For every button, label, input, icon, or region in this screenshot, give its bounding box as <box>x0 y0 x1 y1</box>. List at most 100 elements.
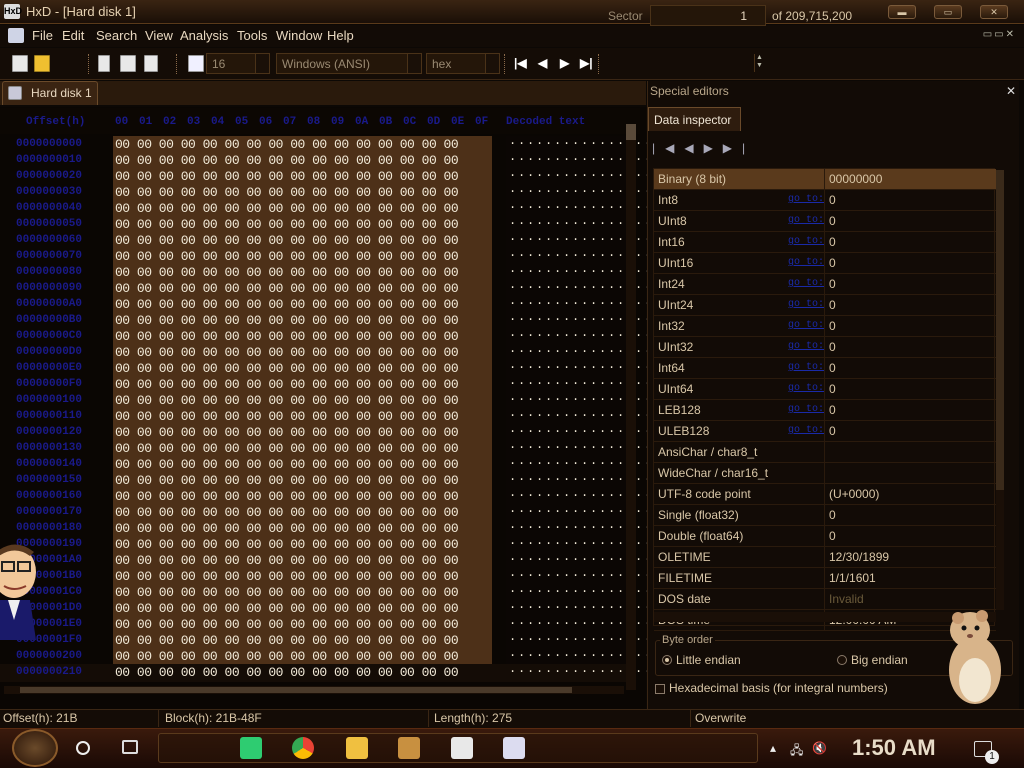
bytes-per-row-combo[interactable]: 16 <box>206 53 270 74</box>
prev-sector-icon[interactable]: ◀ <box>538 56 547 70</box>
inspector-value[interactable]: 0 <box>829 424 836 438</box>
tab-data-inspector[interactable]: Data inspector <box>648 107 741 131</box>
minimize-button[interactable]: ▬ <box>888 5 916 19</box>
chrome-icon[interactable] <box>292 737 314 759</box>
row-bytes[interactable]: 00 00 00 00 00 00 00 00 00 00 00 00 00 0… <box>115 505 459 520</box>
maximize-button[interactable]: ▭ <box>934 5 962 19</box>
row-bytes[interactable]: 00 00 00 00 00 00 00 00 00 00 00 00 00 0… <box>115 217 459 232</box>
row-bytes[interactable]: 00 00 00 00 00 00 00 00 00 00 00 00 00 0… <box>115 441 459 456</box>
row-bytes[interactable]: 00 00 00 00 00 00 00 00 00 00 00 00 00 0… <box>115 377 459 392</box>
inspector-row[interactable]: OLETIME 12/30/1899 <box>654 547 996 568</box>
document-app-icon[interactable] <box>503 737 525 759</box>
row-bytes[interactable]: 00 00 00 00 00 00 00 00 00 00 00 00 00 0… <box>115 457 459 472</box>
inspector-row[interactable]: UInt64 go to: 0 <box>654 379 996 400</box>
task-view-icon[interactable] <box>122 740 138 754</box>
inspector-row[interactable]: Double (float64) 0 <box>654 526 996 547</box>
row-bytes[interactable]: 00 00 00 00 00 00 00 00 00 00 00 00 00 0… <box>115 601 459 616</box>
menu-window[interactable]: Window <box>276 28 322 43</box>
first-sector-icon[interactable]: |◀ <box>514 56 527 70</box>
volume-muted-icon[interactable]: 🔇 <box>812 741 827 755</box>
inspector-nav-buttons[interactable]: |◀◀▶▶| <box>652 141 755 155</box>
goto-link[interactable]: go to: <box>788 383 824 394</box>
goto-link[interactable]: go to: <box>788 236 824 247</box>
row-bytes[interactable]: 00 00 00 00 00 00 00 00 00 00 00 00 00 0… <box>115 633 459 648</box>
inspector-row[interactable]: WideChar / char16_t <box>654 463 996 484</box>
inspector-row[interactable]: UInt32 go to: 0 <box>654 337 996 358</box>
row-bytes[interactable]: 00 00 00 00 00 00 00 00 00 00 00 00 00 0… <box>115 345 459 360</box>
inspector-value[interactable]: 0 <box>829 529 836 543</box>
charset-combo[interactable]: Windows (ANSI) <box>276 53 422 74</box>
inspector-row[interactable]: AnsiChar / char8_t <box>654 442 996 463</box>
inspector-value[interactable]: 0 <box>829 319 836 333</box>
inspector-row[interactable]: UInt24 go to: 0 <box>654 295 996 316</box>
chevron-down-icon[interactable] <box>407 54 421 73</box>
new-file-icon[interactable] <box>12 55 28 72</box>
menu-analysis[interactable]: Analysis <box>180 28 228 43</box>
menu-search[interactable]: Search <box>96 28 137 43</box>
row-bytes[interactable]: 00 00 00 00 00 00 00 00 00 00 00 00 00 0… <box>115 233 459 248</box>
row-bytes[interactable]: 00 00 00 00 00 00 00 00 00 00 00 00 00 0… <box>115 185 459 200</box>
chevron-up-icon[interactable]: ▴ <box>770 741 776 755</box>
sector-spinner[interactable]: ▲ ▼ <box>754 54 764 72</box>
save-icon[interactable] <box>144 55 158 72</box>
goto-link[interactable]: go to: <box>788 278 824 289</box>
inspector-value[interactable]: 0 <box>829 277 836 291</box>
inspector-value[interactable]: 0 <box>829 193 836 207</box>
inspector-value[interactable]: 12/30/1899 <box>829 550 889 564</box>
goto-link[interactable]: go to: <box>788 341 824 352</box>
row-bytes[interactable]: 00 00 00 00 00 00 00 00 00 00 00 00 00 0… <box>115 617 459 632</box>
row-bytes[interactable]: 00 00 00 00 00 00 00 00 00 00 00 00 00 0… <box>115 249 459 264</box>
file-explorer-icon[interactable] <box>346 737 368 759</box>
goto-link[interactable]: go to: <box>788 425 824 436</box>
inspector-row[interactable]: Int32 go to: 0 <box>654 316 996 337</box>
row-bytes[interactable]: 00 00 00 00 00 00 00 00 00 00 00 00 00 0… <box>115 201 459 216</box>
big-endian-radio[interactable] <box>837 655 847 665</box>
inspector-row[interactable]: Int8 go to: 0 <box>654 190 996 211</box>
inspector-row[interactable]: UTF-8 code point (U+0000) <box>654 484 996 505</box>
chevron-down-icon[interactable] <box>255 54 269 73</box>
last-sector-icon[interactable]: ▶| <box>580 56 593 70</box>
inspector-row[interactable]: UInt16 go to: 0 <box>654 253 996 274</box>
row-bytes[interactable]: 00 00 00 00 00 00 00 00 00 00 00 00 00 0… <box>115 281 459 296</box>
inspector-value[interactable]: 0 <box>829 298 836 312</box>
row-bytes[interactable]: 00 00 00 00 00 00 00 00 00 00 00 00 00 0… <box>115 649 459 664</box>
inspector-value[interactable]: 1/1/1601 <box>829 571 876 585</box>
document-icon[interactable] <box>8 28 24 43</box>
row-bytes[interactable]: 00 00 00 00 00 00 00 00 00 00 00 00 00 0… <box>115 409 459 424</box>
inspector-row[interactable]: Int16 go to: 0 <box>654 232 996 253</box>
row-bytes[interactable]: 00 00 00 00 00 00 00 00 00 00 00 00 00 0… <box>115 473 459 488</box>
goto-link[interactable]: go to: <box>788 299 824 310</box>
menu-tools[interactable]: Tools <box>237 28 267 43</box>
hxd-taskbar-icon[interactable] <box>451 737 473 759</box>
inspector-row[interactable]: Single (float32) 0 <box>654 505 996 526</box>
inspector-scroll-thumb[interactable] <box>996 170 1004 490</box>
inspector-row[interactable]: Binary (8 bit) 00000000 <box>654 169 996 190</box>
menu-edit[interactable]: Edit <box>62 28 84 43</box>
row-bytes[interactable]: 00 00 00 00 00 00 00 00 00 00 00 00 00 0… <box>115 665 459 680</box>
row-bytes[interactable]: 00 00 00 00 00 00 00 00 00 00 00 00 00 0… <box>115 489 459 504</box>
taskbar-clock[interactable]: 1:50 AM <box>852 735 936 761</box>
open-disk-icon[interactable] <box>98 55 110 72</box>
chevron-down-icon[interactable] <box>485 54 499 73</box>
inspector-value[interactable]: 0 <box>829 340 836 354</box>
hex-vertical-scrollbar[interactable] <box>626 124 636 690</box>
inspector-value[interactable]: 0 <box>829 214 836 228</box>
goto-link[interactable]: go to: <box>788 194 824 205</box>
inspector-value[interactable]: 0 <box>829 235 836 249</box>
row-bytes[interactable]: 00 00 00 00 00 00 00 00 00 00 00 00 00 0… <box>115 153 459 168</box>
status-mode[interactable]: Overwrite <box>695 711 746 725</box>
close-icon[interactable]: ✕ <box>1006 84 1016 98</box>
row-bytes[interactable]: 00 00 00 00 00 00 00 00 00 00 00 00 00 0… <box>115 425 459 440</box>
inspector-value[interactable]: 0 <box>829 256 836 270</box>
next-sector-icon[interactable]: ▶ <box>560 56 569 70</box>
row-bytes[interactable]: 00 00 00 00 00 00 00 00 00 00 00 00 00 0… <box>115 569 459 584</box>
row-bytes[interactable]: 00 00 00 00 00 00 00 00 00 00 00 00 00 0… <box>115 585 459 600</box>
inspector-value[interactable]: 0 <box>829 403 836 417</box>
inspector-row[interactable]: Int64 go to: 0 <box>654 358 996 379</box>
inspector-value[interactable]: 00000000 <box>829 172 882 186</box>
inspector-value[interactable]: 0 <box>829 361 836 375</box>
row-bytes[interactable]: 00 00 00 00 00 00 00 00 00 00 00 00 00 0… <box>115 137 459 152</box>
network-icon[interactable]: 🖧 <box>790 741 803 762</box>
goto-link[interactable]: go to: <box>788 404 824 415</box>
inspector-row[interactable]: UInt8 go to: 0 <box>654 211 996 232</box>
